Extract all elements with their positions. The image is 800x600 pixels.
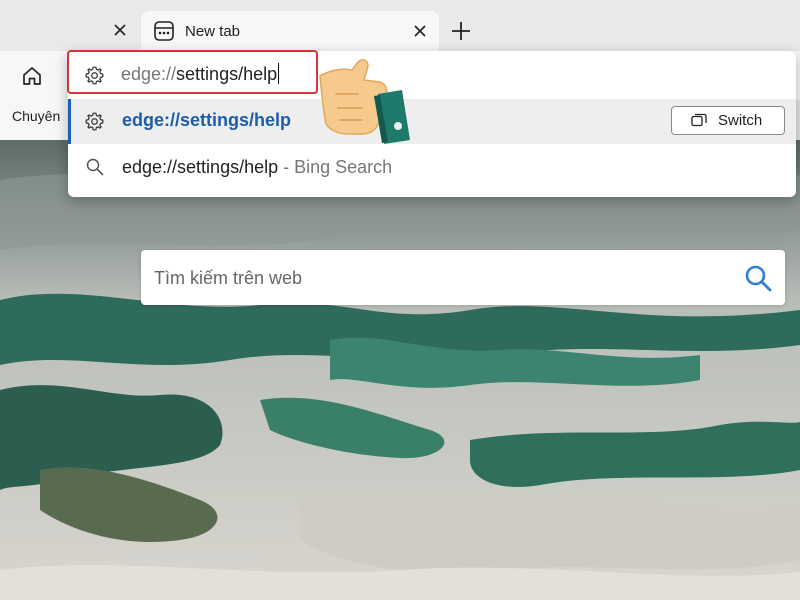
plus-icon[interactable] [450, 20, 472, 42]
close-icon[interactable] [411, 22, 429, 40]
tab-strip: New tab [0, 0, 800, 51]
suggestion-provider: Bing Search [294, 157, 393, 177]
close-icon[interactable] [111, 21, 129, 39]
gear-icon [85, 112, 104, 131]
tab-new-tab[interactable]: New tab [141, 11, 439, 51]
search-icon [86, 158, 104, 176]
search-icon[interactable] [743, 263, 773, 293]
home-icon[interactable] [20, 64, 44, 88]
search-placeholder: Tìm kiếm trên web [154, 268, 303, 288]
selection-indicator [68, 99, 71, 144]
switch-tab-icon [691, 113, 707, 127]
web-search-box[interactable]: Tìm kiếm trên web [141, 250, 785, 305]
switch-label: Switch [718, 112, 763, 129]
favorites-bar: Chuyên [0, 100, 68, 140]
suggestion-url: edge://settings/help [122, 110, 292, 130]
background-image [0, 140, 800, 600]
highlight-box [67, 50, 318, 94]
pointing-hand-icon [319, 59, 410, 144]
tab-title: New tab [185, 23, 241, 40]
new-tab-icon [154, 21, 174, 41]
suggestion-separator: - [278, 157, 295, 177]
switch-to-tab-button[interactable]: Switch [671, 106, 785, 135]
suggestion-settings-page[interactable]: edge://settings/help Switch [68, 99, 796, 144]
suggestion-query-text: edge://settings/help [122, 157, 279, 177]
suggestion-bing-search[interactable]: edge://settings/help - Bing Search [68, 144, 796, 191]
suggestion-query: edge://settings/help - Bing Search [122, 157, 392, 178]
favorites-item[interactable]: Chuyên [12, 108, 60, 124]
